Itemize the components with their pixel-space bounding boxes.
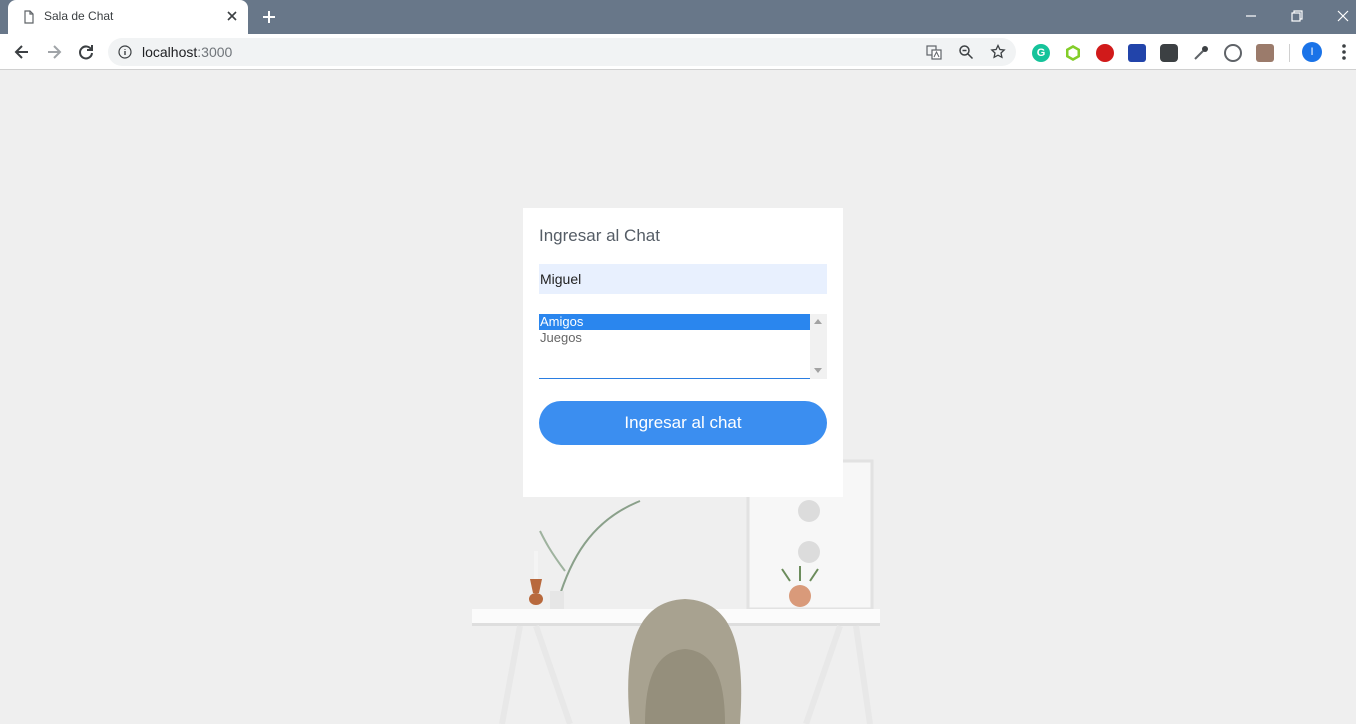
- bookmark-icon[interactable]: [1128, 44, 1146, 62]
- login-title: Ingresar al Chat: [539, 226, 660, 245]
- browser-tab[interactable]: Sala de Chat: [8, 0, 248, 34]
- menu-icon[interactable]: [1336, 42, 1352, 62]
- browser-toolbar: localhost:3000: [0, 34, 1356, 70]
- url-port: :3000: [197, 44, 233, 60]
- grammarly-icon[interactable]: G: [1032, 44, 1050, 62]
- scroll-down-icon[interactable]: [814, 368, 822, 373]
- window-close-icon[interactable]: [1333, 6, 1353, 26]
- close-icon[interactable]: [224, 8, 240, 24]
- room-option-juegos[interactable]: Juegos: [539, 330, 810, 346]
- node-icon[interactable]: [1064, 44, 1082, 62]
- enter-chat-button[interactable]: Ingresar al chat: [539, 401, 827, 445]
- color-picker-icon[interactable]: [1192, 44, 1210, 62]
- profile-avatar[interactable]: I: [1302, 42, 1322, 62]
- page-viewport: Ingresar al Chat Amigos Juegos Ingresar …: [0, 71, 1356, 724]
- adblock-icon[interactable]: [1096, 44, 1114, 62]
- pdf-icon[interactable]: [1256, 44, 1274, 62]
- tab-title: Sala de Chat: [44, 9, 114, 23]
- code-icon[interactable]: [1224, 44, 1242, 62]
- url-text: localhost:3000: [142, 44, 232, 60]
- name-input[interactable]: [539, 264, 827, 294]
- back-icon[interactable]: [12, 42, 32, 62]
- forward-icon[interactable]: [44, 42, 64, 62]
- room-select-scrollbar[interactable]: [810, 314, 827, 379]
- browser-titlebar: Sala de Chat: [0, 0, 1356, 34]
- star-icon[interactable]: [990, 44, 1006, 60]
- document-icon: [24, 10, 34, 24]
- restore-icon[interactable]: [1287, 6, 1307, 26]
- bulb-icon[interactable]: [1160, 44, 1178, 62]
- translate-icon[interactable]: [926, 44, 942, 60]
- minimize-icon[interactable]: [1241, 6, 1261, 26]
- toolbar-divider: [1289, 44, 1290, 62]
- room-option-amigos[interactable]: Amigos: [539, 314, 810, 330]
- address-bar[interactable]: localhost:3000: [108, 38, 1016, 66]
- scroll-up-icon[interactable]: [814, 319, 822, 324]
- room-select[interactable]: Amigos Juegos: [539, 314, 827, 379]
- reload-icon[interactable]: [76, 42, 96, 62]
- plus-icon[interactable]: [260, 8, 278, 26]
- zoom-icon[interactable]: [958, 44, 974, 60]
- info-icon[interactable]: [118, 45, 132, 59]
- login-card: Ingresar al Chat Amigos Juegos Ingresar …: [523, 208, 843, 497]
- url-host: localhost: [142, 44, 198, 60]
